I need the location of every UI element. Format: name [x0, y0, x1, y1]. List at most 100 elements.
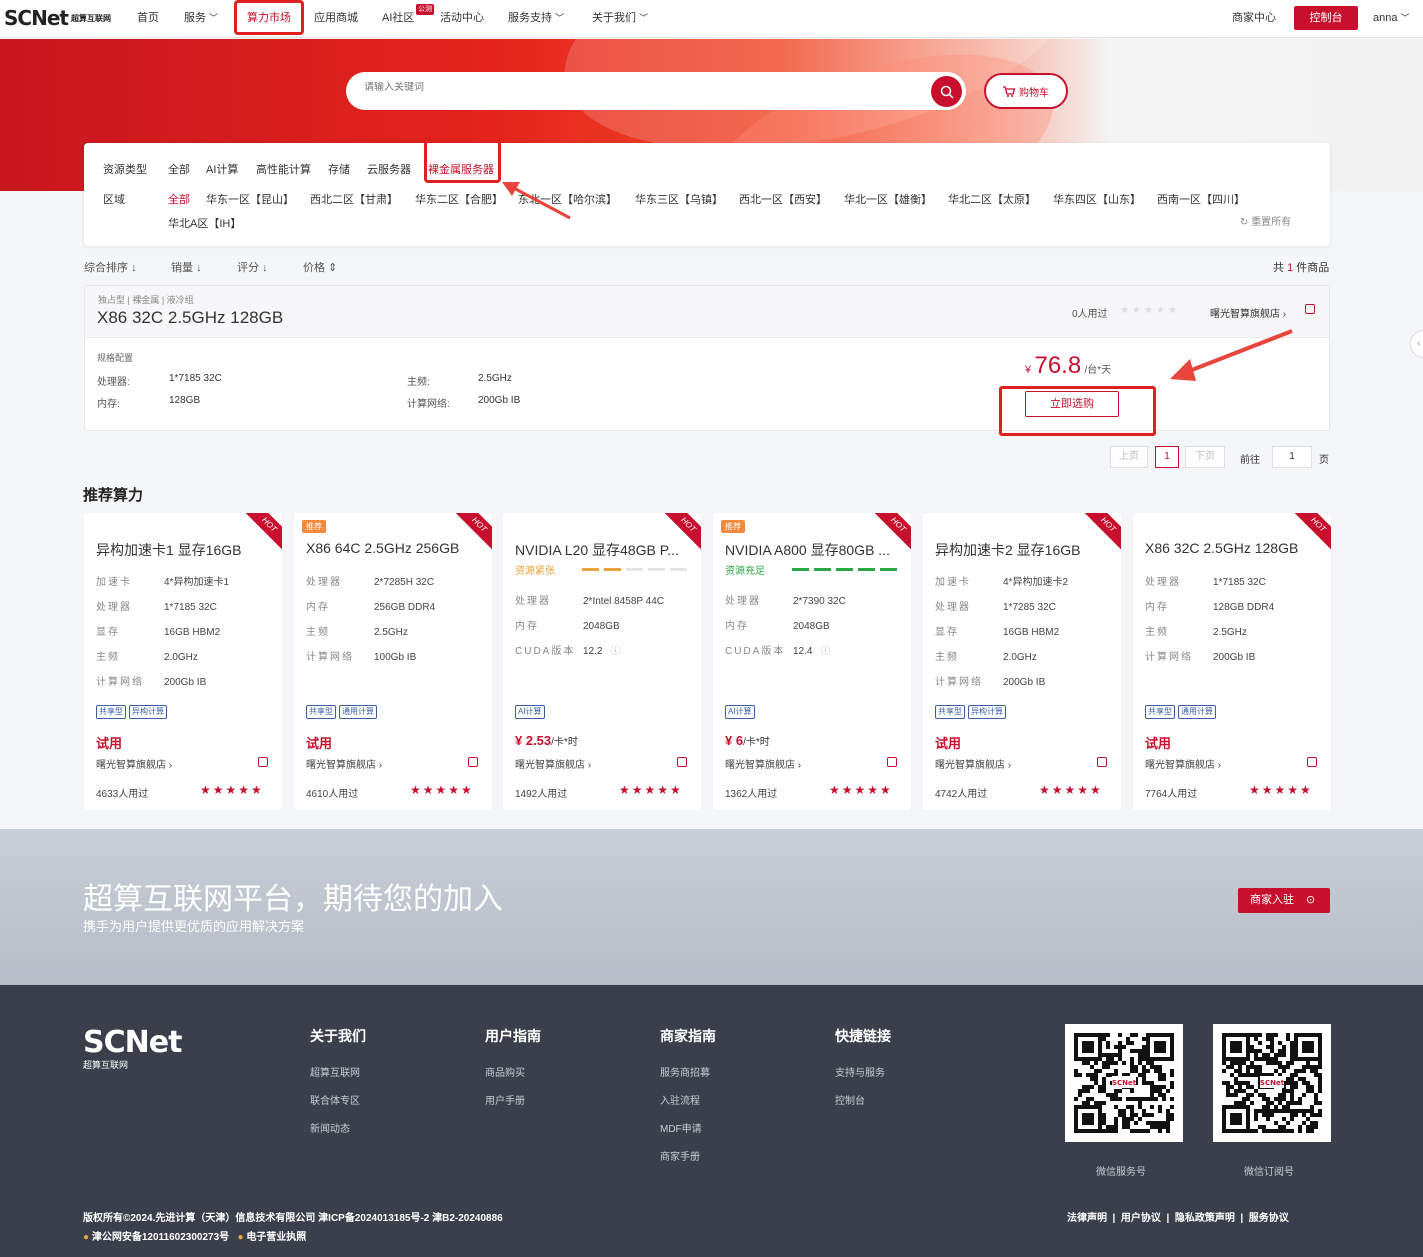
rec-card-title: 异构加速卡2 显存16GB: [935, 542, 1081, 558]
region-item[interactable]: 华北一区【雄衡】: [844, 191, 932, 207]
type-cloud[interactable]: 云服务器: [367, 161, 411, 177]
nav-app-store[interactable]: 应用商城: [314, 0, 358, 38]
nav-about[interactable]: 关于我们 ﹀: [592, 0, 648, 38]
type-all[interactable]: 全部: [168, 161, 190, 177]
refresh-icon: ↻: [1240, 217, 1252, 228]
rec-card[interactable]: HOT 异构加速卡1 显存16GB 加速卡 4*异构加速卡1 处理器 1*7185 32C…: [84, 513, 282, 810]
footer-link[interactable]: 商家手册: [660, 1148, 716, 1163]
sort-price[interactable]: 价格 ⇕: [303, 259, 337, 275]
reset-filters[interactable]: ↻ 重置所有: [1240, 213, 1291, 228]
rec-store-link[interactable]: 曙光智算旗舰店 ›: [306, 756, 382, 771]
footer-link[interactable]: 支持与服务: [835, 1064, 891, 1079]
footer-link[interactable]: 商品购买: [485, 1064, 541, 1079]
search-icon: [940, 85, 954, 99]
chat-icon[interactable]: [677, 757, 687, 767]
rec-card[interactable]: HOT 推荐 NVIDIA A800 显存80GB ... 资源充足 处理器 2*7390…: [713, 513, 911, 810]
footer-link[interactable]: 控制台: [835, 1092, 891, 1107]
rec-store-link[interactable]: 曙光智算旗舰店 ›: [515, 756, 591, 771]
nav-support[interactable]: 服务支持 ﹀: [508, 0, 564, 38]
nav-ai-community[interactable]: AI社区: [382, 0, 414, 38]
chat-icon[interactable]: [1097, 757, 1107, 767]
rec-store-link[interactable]: 曙光智算旗舰店 ›: [96, 756, 172, 771]
region-item[interactable]: 华北A区【IH】: [168, 215, 241, 231]
chat-icon[interactable]: [468, 757, 478, 767]
footer-link[interactable]: 超算互联网: [310, 1064, 366, 1079]
type-ai[interactable]: AI计算: [206, 161, 238, 177]
rec-spec: 处理器 1*7185 32C: [96, 602, 217, 613]
region-item[interactable]: 华北二区【太原】: [948, 191, 1036, 207]
rec-card-title: X86 32C 2.5GHz 128GB: [1145, 540, 1299, 556]
product-price: ¥ 76.8 /台*天: [1025, 352, 1112, 379]
region-item[interactable]: 华东二区【合肥】: [415, 191, 503, 207]
buy-now-button[interactable]: 立即选购: [1025, 391, 1119, 417]
type-storage[interactable]: 存储: [328, 161, 350, 177]
user-menu[interactable]: anna ﹀: [1373, 0, 1410, 38]
goto-page-input[interactable]: 1: [1272, 446, 1312, 468]
rec-tag: AI计算: [515, 705, 545, 719]
region-item[interactable]: 西南一区【四川】: [1157, 191, 1245, 207]
search-input[interactable]: [364, 82, 904, 93]
prev-page-button[interactable]: 上页: [1110, 446, 1148, 468]
region-item[interactable]: 华东三区【乌镇】: [635, 191, 723, 207]
rec-spec: 显存 16GB HBM2: [96, 627, 221, 638]
business-license-link[interactable]: 电子营业执照: [246, 1232, 306, 1243]
console-button[interactable]: 控制台: [1294, 6, 1358, 30]
scnet-logo[interactable]: SCNet 超算互联网: [4, 6, 111, 30]
rec-store-link[interactable]: 曙光智算旗舰店 ›: [725, 756, 801, 771]
nav-services[interactable]: 服务 ﹀: [184, 0, 218, 38]
footer-link[interactable]: 新闻动态: [310, 1120, 366, 1135]
rec-card[interactable]: HOT 异构加速卡2 显存16GB 加速卡 4*异构加速卡2 处理器 1*7285 32C…: [923, 513, 1121, 810]
region-item[interactable]: 西北一区【西安】: [739, 191, 827, 207]
rec-card[interactable]: HOT NVIDIA L20 显存48GB P... 资源紧张 处理器 2*Intel …: [503, 513, 701, 810]
rec-store-link[interactable]: 曙光智算旗舰店 ›: [935, 756, 1011, 771]
rec-card[interactable]: HOT X86 32C 2.5GHz 128GB 处理器 1*7185 32C 内存 12…: [1133, 513, 1331, 810]
page-1-button[interactable]: 1: [1155, 446, 1179, 468]
rec-used-count: 7764人用过: [1145, 789, 1198, 800]
merchant-join-button[interactable]: 商家入驻 ⊙: [1238, 888, 1330, 913]
region-item[interactable]: 西北二区【甘肃】: [310, 191, 398, 207]
sort-default[interactable]: 综合排序 ↓: [84, 259, 137, 275]
nav-home[interactable]: 首页: [137, 0, 159, 38]
legal-link[interactable]: 法律声明: [1067, 1213, 1107, 1224]
region-item[interactable]: 华东一区【昆山】: [206, 191, 294, 207]
chat-icon[interactable]: [258, 757, 268, 767]
chevron-down-icon: ﹀: [639, 13, 649, 23]
footer: SCNet 超算互联网 关于我们 超算互联网 联合体专区 新闻动态 用户指南 商品购买 用户…: [0, 985, 1423, 1257]
footer-link[interactable]: 用户手册: [485, 1092, 541, 1107]
region-item[interactable]: 华东四区【山东】: [1053, 191, 1141, 207]
rec-price: ¥ 2.53/卡*时: [515, 733, 578, 748]
rec-used-count: 4742人用过: [935, 789, 988, 800]
rec-used-count: 4633人用过: [96, 789, 149, 800]
search-button[interactable]: [931, 76, 962, 107]
type-hpc[interactable]: 高性能计算: [256, 161, 311, 177]
chevron-down-icon: ﹀: [1400, 13, 1410, 23]
legal-link[interactable]: 用户协议: [1121, 1213, 1161, 1224]
rec-card[interactable]: HOT 推荐 X86 64C 2.5GHz 256GB 处理器 2*7285H 32C 内…: [294, 513, 492, 810]
status-bar-segment: [582, 568, 599, 571]
cart-button[interactable]: 购物车: [984, 73, 1068, 109]
legal-link[interactable]: 服务协议: [1249, 1213, 1289, 1224]
nav-events[interactable]: 活动中心: [440, 0, 484, 38]
footer-link[interactable]: 入驻流程: [660, 1092, 716, 1107]
chat-icon[interactable]: [887, 757, 897, 767]
footer-link[interactable]: 服务商招募: [660, 1064, 716, 1079]
police-record-link[interactable]: 津公网安备12011602300273号: [92, 1232, 229, 1243]
footer-link[interactable]: 联合体专区: [310, 1092, 366, 1107]
nav-compute-market[interactable]: 算力市场: [234, 0, 304, 35]
footer-link[interactable]: MDF申请: [660, 1120, 716, 1135]
region-all[interactable]: 全部: [168, 191, 190, 207]
rec-store-link[interactable]: 曙光智算旗舰店 ›: [1145, 756, 1221, 771]
store-link[interactable]: 曙光智算旗舰店 ›: [1210, 305, 1286, 320]
police-badge-icon: ●: [83, 1232, 90, 1243]
chat-icon[interactable]: [1305, 304, 1315, 314]
product-title[interactable]: X86 32C 2.5GHz 128GB: [97, 308, 283, 328]
legal-link[interactable]: 隐私政策声明: [1175, 1213, 1235, 1224]
merchant-center-link[interactable]: 商家中心: [1232, 0, 1276, 38]
sort-sales[interactable]: 销量 ↓: [171, 259, 202, 275]
next-page-button[interactable]: 下页: [1185, 446, 1225, 468]
side-collapse-handle[interactable]: ‹: [1410, 330, 1423, 358]
spec-key: 计算网络:: [407, 399, 450, 410]
sort-rating[interactable]: 评分 ↓: [237, 259, 268, 275]
rec-tags: AI计算: [515, 703, 548, 719]
chat-icon[interactable]: [1307, 757, 1317, 767]
